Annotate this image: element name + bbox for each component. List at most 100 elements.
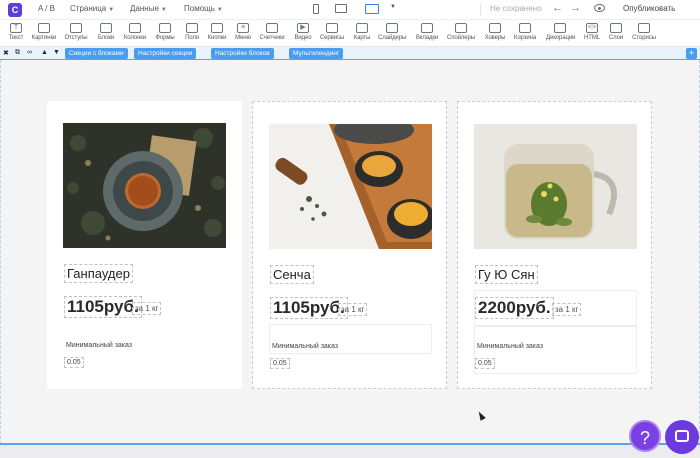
chat-bubble-icon <box>675 430 689 442</box>
product-card[interactable]: Ганпаудер 1105руб. за 1 кг Минимальный з… <box>47 101 242 389</box>
min-order-value[interactable]: 0.05 <box>64 357 84 368</box>
hovers-icon <box>489 23 501 33</box>
tool-menu[interactable]: ≡ Меню <box>229 23 257 41</box>
section-bar: ✖ ⧉ ∞ ▲ ▼ Секции с блоками Настройки сек… <box>0 47 700 60</box>
min-order-row <box>474 326 637 374</box>
mobile-view-icon[interactable] <box>313 4 319 14</box>
chevron-down-icon: ▼ <box>216 7 223 13</box>
tool-maps[interactable]: Карты <box>348 23 376 41</box>
tool-hovers[interactable]: Ховеры <box>481 23 509 41</box>
undo-arrow-icon[interactable]: ← <box>552 2 563 14</box>
product-card[interactable]: Гу Ю Сян 2200руб. за 1 кг Минимальный за… <box>457 101 652 389</box>
tablet-view-icon[interactable] <box>335 4 347 13</box>
product-unit[interactable]: за 1 кг <box>132 302 162 315</box>
tool-label: Отступы <box>64 35 88 41</box>
tool-forms[interactable]: Формы <box>151 23 179 41</box>
tool-label: Поля <box>185 35 199 41</box>
chevron-down-icon: ▼ <box>160 7 167 13</box>
tool-label: Ховеры <box>484 35 506 41</box>
desktop-view-icon[interactable] <box>365 4 379 14</box>
tool-label: Сервисы <box>319 35 345 41</box>
menu-help[interactable]: Помощь ▼ <box>184 4 223 13</box>
tool-services[interactable]: Сервисы <box>318 23 346 41</box>
stories-icon <box>638 23 650 33</box>
tool-images[interactable]: Картинки <box>30 23 58 41</box>
preview-eye-icon[interactable] <box>594 4 605 12</box>
product-name[interactable]: Гу Ю Сян <box>475 265 538 284</box>
tool-counters[interactable]: Счетчики <box>258 23 286 41</box>
forms-icon <box>159 23 171 33</box>
chevron-down-icon[interactable]: ▼ <box>390 4 396 10</box>
text-icon: T <box>10 23 22 33</box>
tool-label: Колонки <box>123 35 147 41</box>
sliders-icon <box>386 23 398 33</box>
layers-icon <box>610 23 622 33</box>
tool-sliders[interactable]: Слайдеры <box>378 23 406 41</box>
help-button[interactable]: ? <box>629 420 661 452</box>
tool-cart[interactable]: Корзина <box>511 23 539 41</box>
tool-layers[interactable]: Слои <box>602 23 630 41</box>
min-order-label: Минимальный заказ <box>66 342 133 349</box>
sections-with-blocks-button[interactable]: Секции с блоками <box>65 48 128 59</box>
tool-label: Слои <box>608 35 624 41</box>
tool-decorations[interactable]: Декорации <box>546 23 576 41</box>
close-icon[interactable]: ✖ <box>3 49 9 57</box>
add-section-button[interactable]: + <box>686 48 697 59</box>
product-unit[interactable]: за 1 кг <box>338 303 368 316</box>
tool-columns[interactable]: Колонки <box>121 23 149 41</box>
product-price[interactable]: 1105руб. <box>64 296 142 318</box>
product-name[interactable]: Сенча <box>270 265 314 284</box>
tool-text[interactable]: T Текст <box>2 23 30 41</box>
app-logo-icon[interactable]: C <box>8 3 22 17</box>
product-image-green-tea[interactable] <box>269 124 432 249</box>
tool-spacing[interactable]: Отступы <box>62 23 90 41</box>
video-icon: ▶ <box>297 23 309 33</box>
tool-spoilers[interactable]: Спойлеры <box>447 23 475 41</box>
tool-label: Формы <box>155 35 175 41</box>
tool-label: Кнопки <box>207 35 227 41</box>
redo-arrow-icon[interactable]: → <box>570 2 581 14</box>
tool-label: Сторисы <box>632 35 656 41</box>
tool-buttons[interactable]: Кнопки <box>203 23 231 41</box>
block-settings-button[interactable]: Настройки блоков <box>211 48 274 59</box>
chat-button[interactable] <box>665 420 699 454</box>
product-image-black-tea[interactable] <box>63 123 226 248</box>
chevron-down-icon: ▼ <box>108 7 115 13</box>
tool-stories[interactable]: Сторисы <box>630 23 658 41</box>
section-settings-button[interactable]: Настройки секции <box>134 48 197 59</box>
tool-video[interactable]: ▶ Видео <box>289 23 317 41</box>
arrow-up-icon[interactable]: ▲ <box>41 49 48 56</box>
tool-label: Вкладки <box>415 35 439 41</box>
multilanding-button[interactable]: Мультилендинг <box>289 48 344 59</box>
tool-label: Спойлеры <box>447 35 475 41</box>
buttons-icon <box>211 23 223 33</box>
spoilers-icon <box>455 23 467 33</box>
product-image-flower-tea[interactable] <box>474 124 637 249</box>
product-unit[interactable]: за 1 кг <box>552 303 582 316</box>
tool-tabs[interactable]: Вкладки <box>413 23 441 41</box>
product-card[interactable]: Сенча 1105руб. за 1 кг Минимальный заказ… <box>252 101 447 389</box>
link-icon[interactable]: ∞ <box>27 49 32 56</box>
arrow-down-icon[interactable]: ▼ <box>53 49 60 56</box>
product-name[interactable]: Ганпаудер <box>64 264 133 283</box>
product-price[interactable]: 1105руб. <box>270 297 348 319</box>
menu-page[interactable]: Страница ▼ <box>70 4 114 13</box>
counters-icon <box>266 23 278 33</box>
min-order-label: Минимальный заказ <box>477 343 544 350</box>
fields-icon <box>186 23 198 33</box>
product-price[interactable]: 2200руб. <box>475 297 554 319</box>
tool-label: Блоки <box>97 35 115 41</box>
tool-label: Меню <box>235 35 251 41</box>
copy-icon[interactable]: ⧉ <box>15 49 20 57</box>
publish-button[interactable]: Опубликовать <box>623 4 675 13</box>
widget-toolbar: T Текст Картинки Отступы Блоки Колонки Фо… <box>0 20 700 47</box>
ab-test-link[interactable]: A / B <box>38 4 55 13</box>
blocks-icon <box>100 23 112 33</box>
tool-blocks[interactable]: Блоки <box>92 23 120 41</box>
min-order-value[interactable]: 0.05 <box>475 358 495 369</box>
menu-data[interactable]: Данные ▼ <box>130 4 167 13</box>
menu-help-label: Помощь <box>184 4 215 13</box>
tool-fields[interactable]: Поля <box>178 23 206 41</box>
tool-label: Декорации <box>546 35 576 41</box>
min-order-value[interactable]: 0.05 <box>270 358 290 369</box>
